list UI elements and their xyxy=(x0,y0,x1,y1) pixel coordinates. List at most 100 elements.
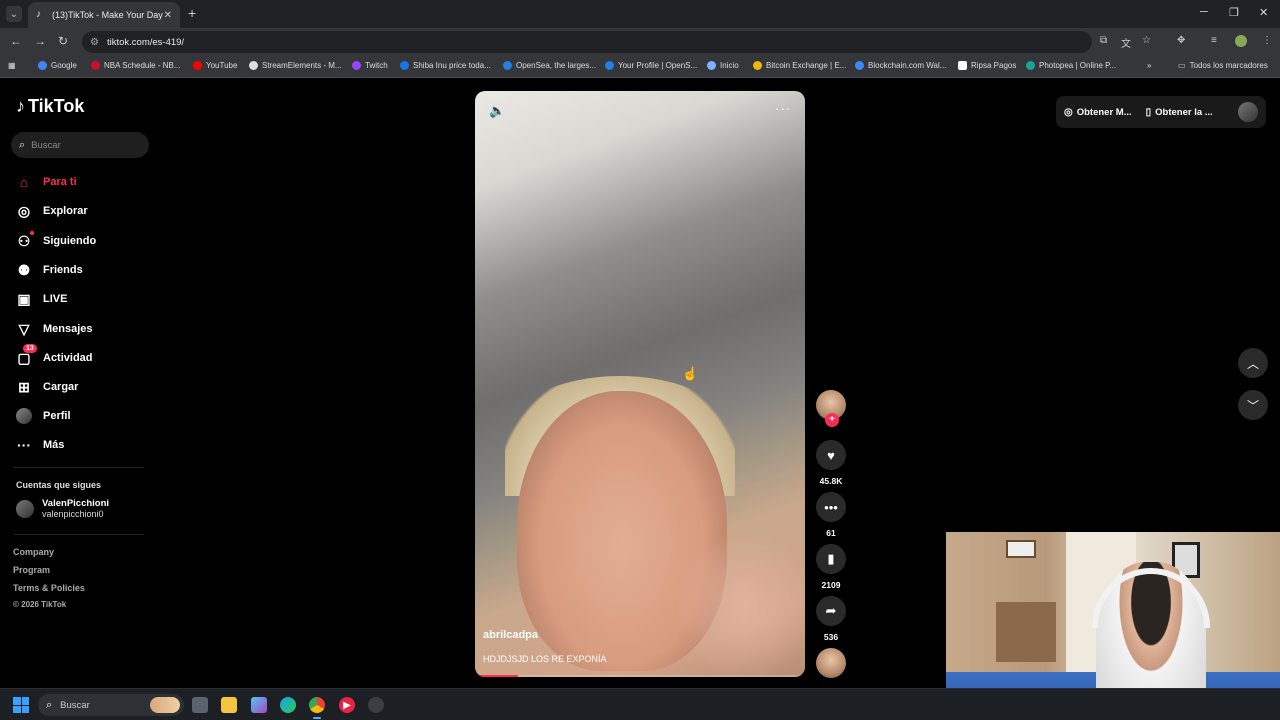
minimize-icon[interactable]: ─ xyxy=(1200,6,1208,18)
apps-icon[interactable]: ▦ xyxy=(8,61,16,70)
url-text: tiktok.com/es-419/ xyxy=(106,36,185,48)
bookmark-inicio[interactable]: Inicio xyxy=(707,61,739,70)
close-window-icon[interactable]: ✕ xyxy=(1259,6,1268,19)
activity-badge: 13 xyxy=(23,344,37,353)
nba-icon xyxy=(91,61,100,70)
profile-avatar[interactable] xyxy=(1235,35,1247,47)
media-player-icon[interactable]: ▶ xyxy=(339,697,355,713)
bookmark-shiba[interactable]: Shiba Inu price toda... xyxy=(400,61,491,70)
video-frame xyxy=(675,531,805,677)
more-options-icon[interactable]: ··· xyxy=(775,101,791,116)
sidebar-item-cargar[interactable]: ⊞ Cargar xyxy=(16,379,78,395)
video-player[interactable]: 🔈 ··· abrilcadpa HDJDJSJD LOS RE EXPONÍA xyxy=(475,91,805,677)
comment-count: 61 xyxy=(826,528,836,538)
sidebar-item-live[interactable]: ▣ LIVE xyxy=(16,291,67,307)
sidebar-item-actividad[interactable]: ▢ 13 Actividad xyxy=(16,344,93,366)
like-button[interactable]: ♥ 45.8K xyxy=(814,440,848,486)
webcam-background xyxy=(1006,540,1036,558)
forward-icon[interactable]: → xyxy=(34,34,46,48)
footer-link-program[interactable]: Program xyxy=(13,565,50,575)
share-button[interactable]: ➦ 536 xyxy=(814,596,848,642)
youtube-icon xyxy=(193,61,202,70)
sidebar-item-perfil[interactable]: Perfil xyxy=(16,408,71,424)
copilot-icon[interactable] xyxy=(251,697,267,713)
reload-icon[interactable]: ↻ xyxy=(58,34,68,48)
sidebar-item-friends[interactable]: ⚉ Friends xyxy=(16,262,83,278)
video-description: HDJDJSJD LOS RE EXPONÍA xyxy=(483,654,607,664)
comment-button[interactable]: ••• 61 xyxy=(814,492,848,538)
bookmark-streamelements[interactable]: StreamElements - M... xyxy=(249,61,342,70)
search-icon: ⌕ xyxy=(19,138,26,151)
chevron-down-icon: ﹀ xyxy=(1246,398,1259,413)
all-bookmarks-folder[interactable]: ▭ Todos los marcadores xyxy=(1178,61,1268,70)
bookmark-star-icon[interactable]: ☆ xyxy=(1142,35,1151,46)
footer-link-company[interactable]: Company xyxy=(13,547,54,557)
more-icon: ··· xyxy=(17,437,31,453)
bookmark-icon: ▮ xyxy=(816,544,846,574)
more-bookmarks-icon[interactable]: » xyxy=(1147,61,1151,70)
browser-tab-bar: ⌄ ♪ (13)TikTok - Make Your Day ✕ + ─ ❐ ✕ xyxy=(0,0,1280,28)
bookmark-google[interactable]: Google xyxy=(38,61,77,70)
restore-icon[interactable]: ❐ xyxy=(1229,6,1239,19)
taskbar: ⌕ Buscar ▶ xyxy=(0,688,1280,720)
webcam-background xyxy=(996,602,1056,662)
bookmark-ripsa[interactable]: Ripsa Pagos xyxy=(958,61,1016,70)
previous-video-button[interactable]: ︿ xyxy=(1238,348,1268,378)
tab-search-button[interactable]: ⌄ xyxy=(6,6,22,22)
translate-icon[interactable]: 文 xyxy=(1121,35,1131,50)
messages-icon: ▽ xyxy=(18,320,30,337)
bookmark-twitch[interactable]: Twitch xyxy=(352,61,388,70)
sidebar-item-mas[interactable]: ··· Más xyxy=(16,437,64,453)
bookmark-blockchain[interactable]: Blockchain.com Wal... xyxy=(855,61,946,70)
video-username[interactable]: abrilcadpa xyxy=(483,629,538,641)
avatar[interactable] xyxy=(1238,102,1258,122)
address-bar[interactable]: ⚙ tiktok.com/es-419/ xyxy=(82,31,1092,53)
volume-icon[interactable]: 🔈 xyxy=(489,103,505,119)
bookmark-youtube[interactable]: YouTube xyxy=(193,61,237,70)
bookmark-opensea-profile[interactable]: Your Profile | OpenS... xyxy=(605,61,697,70)
heart-icon: ♥ xyxy=(816,440,846,470)
media-icon[interactable]: ≡ xyxy=(1211,35,1217,46)
video-progress-bar[interactable] xyxy=(475,675,805,677)
task-view-icon[interactable] xyxy=(192,697,208,713)
bookmark-nba[interactable]: NBA Schedule - NB... xyxy=(91,61,180,70)
back-icon[interactable]: ← xyxy=(10,34,22,48)
phone-icon: ▯ xyxy=(1145,106,1152,118)
save-count: 2109 xyxy=(821,580,841,590)
folder-icon: ▭ xyxy=(1178,61,1186,70)
following-account[interactable]: ValenPicchioni valenpicchioni0 xyxy=(16,498,109,519)
sidebar-item-para-ti[interactable]: ⌂ Para ti xyxy=(16,174,77,190)
file-explorer-icon[interactable] xyxy=(221,697,237,713)
sidebar-item-siguiendo[interactable]: ⚇ Siguiendo xyxy=(16,231,96,249)
app-icon[interactable] xyxy=(368,697,384,713)
search-highlight-image xyxy=(150,697,180,713)
bookmark-bitcoin[interactable]: Bitcoin Exchange | E... xyxy=(753,61,846,70)
footer-link-terms[interactable]: Terms & Policies xyxy=(13,583,85,593)
bookmark-opensea[interactable]: OpenSea, the larges... xyxy=(503,61,596,70)
sidebar-item-explorar[interactable]: ◎ Explorar xyxy=(16,203,88,219)
bookmark-photopea[interactable]: Photopea | Online P... xyxy=(1026,61,1116,70)
sidebar-item-mensajes[interactable]: ▽ Mensajes xyxy=(16,321,93,337)
new-tab-button[interactable]: + xyxy=(188,5,196,21)
opensea-icon xyxy=(503,61,512,70)
taskbar-search[interactable]: ⌕ Buscar xyxy=(38,694,184,716)
windows-start-icon[interactable] xyxy=(13,697,29,713)
close-tab-icon[interactable]: ✕ xyxy=(164,10,172,21)
music-disc-avatar[interactable] xyxy=(816,648,846,678)
get-app-button[interactable]: ▯ Obtener la ... xyxy=(1146,107,1213,118)
search-input[interactable]: ⌕ Buscar xyxy=(11,132,149,158)
install-icon[interactable]: ⧉ xyxy=(1100,35,1107,46)
tiktok-logo[interactable]: ♪ TikTok xyxy=(16,96,84,117)
chrome-icon[interactable] xyxy=(309,697,325,719)
edge-icon[interactable] xyxy=(280,697,296,713)
follow-plus-icon[interactable]: + xyxy=(825,413,839,427)
get-coins-button[interactable]: ◎ Obtener M... xyxy=(1064,107,1132,118)
menu-icon[interactable]: ⋮ xyxy=(1262,35,1272,46)
chevron-up-icon: ︿ xyxy=(1246,356,1259,371)
browser-tab[interactable]: ♪ (13)TikTok - Make Your Day ✕ xyxy=(28,2,180,28)
extensions-icon[interactable]: ✥ xyxy=(1177,35,1185,46)
save-button[interactable]: ▮ 2109 xyxy=(814,544,848,590)
live-icon: ▣ xyxy=(17,290,31,307)
next-video-button[interactable]: ﹀ xyxy=(1238,390,1268,420)
site-info-icon[interactable]: ⚙ xyxy=(90,37,99,48)
